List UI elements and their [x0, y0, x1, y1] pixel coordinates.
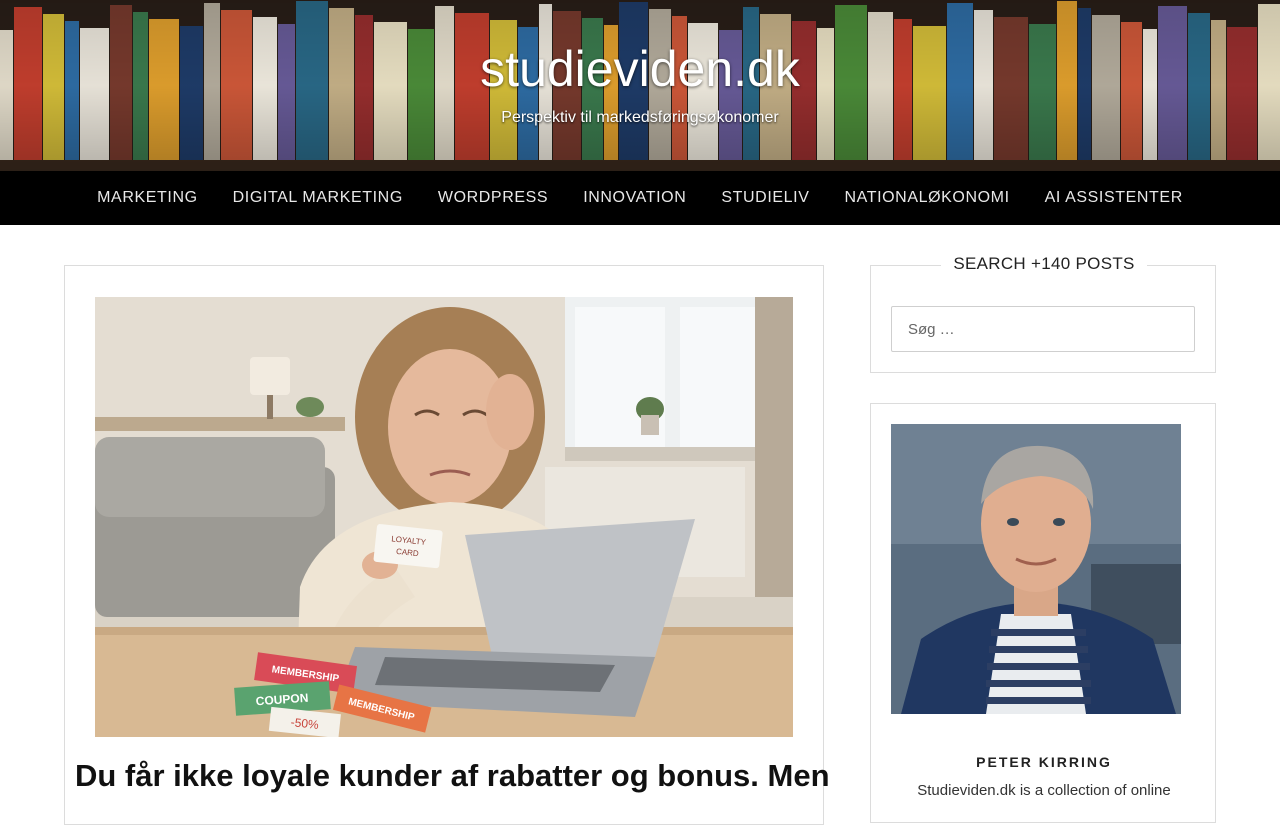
post-card: LOYALTY CARD MEMBERSHIP COUPON -50% MEMB…	[64, 265, 830, 825]
nav-item-ai-assistenter[interactable]: AI ASSISTENTER	[1027, 189, 1200, 207]
discount-label: -50%	[290, 715, 320, 732]
post-featured-image[interactable]: LOYALTY CARD MEMBERSHIP COUPON -50% MEMB…	[95, 297, 793, 737]
main-navigation: MARKETING DIGITAL MARKETING WORDPRESS IN…	[0, 171, 1280, 225]
main-content: LOYALTY CARD MEMBERSHIP COUPON -50% MEMB…	[0, 225, 1280, 825]
nav-item-digital-marketing[interactable]: DIGITAL MARKETING	[215, 189, 420, 207]
nav-item-innovation[interactable]: INNOVATION	[566, 189, 704, 207]
post-illustration: LOYALTY CARD MEMBERSHIP COUPON -50% MEMB…	[95, 297, 793, 737]
nav-item-studieliv[interactable]: STUDIELIV	[704, 189, 827, 207]
author-photo	[891, 424, 1181, 714]
author-bio: Studieviden.dk is a collection of online	[917, 782, 1171, 799]
search-widget: SEARCH +140 POSTS	[870, 254, 1216, 373]
nav-item-nationalokonomi[interactable]: NATIONALØKONOMI	[827, 189, 1027, 207]
post-title[interactable]: Du får ikke loyale kunder af rabatter og…	[75, 758, 830, 794]
author-widget: PETER KIRRING Studieviden.dk is a collec…	[870, 403, 1216, 823]
site-description: Perspektiv til markedsføringsøkonomer	[501, 109, 779, 126]
search-widget-title: SEARCH +140 POSTS	[941, 254, 1147, 274]
site-header: studieviden.dk Perspektiv til markedsfør…	[0, 0, 1280, 171]
nav-item-wordpress[interactable]: WORDPRESS	[420, 189, 565, 207]
author-name: PETER KIRRING	[976, 754, 1112, 770]
search-input[interactable]	[891, 306, 1195, 352]
site-title[interactable]: studieviden.dk	[0, 40, 1280, 98]
nav-item-marketing[interactable]: MARKETING	[80, 189, 216, 207]
